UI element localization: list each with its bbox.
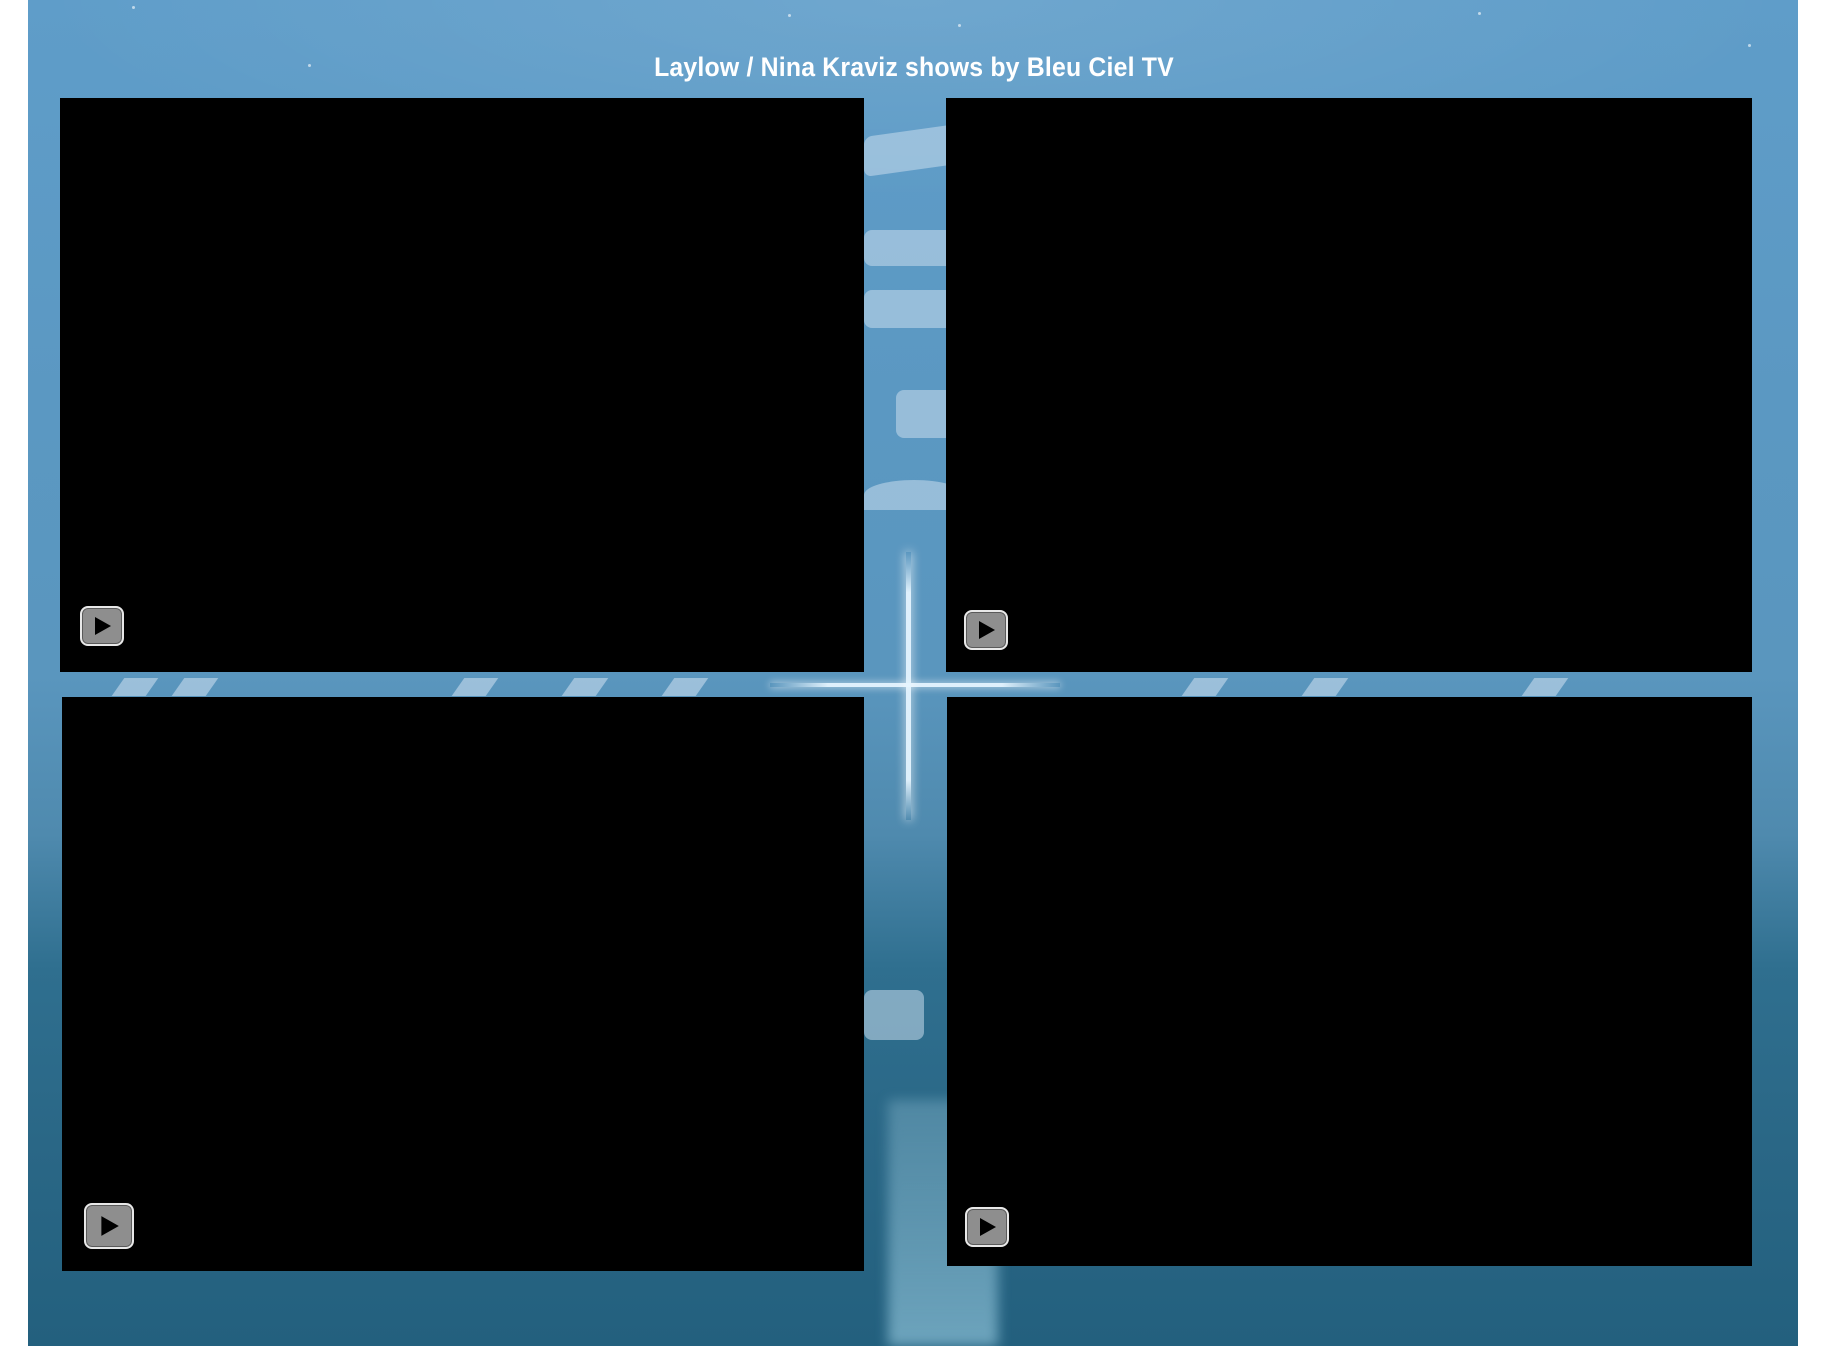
video-player-1[interactable] — [60, 98, 864, 672]
play-button[interactable] — [964, 610, 1008, 650]
play-icon — [975, 619, 997, 641]
play-button[interactable] — [80, 606, 124, 646]
star-speck — [958, 24, 961, 27]
decor-stripe — [561, 678, 609, 696]
play-icon — [97, 1214, 121, 1238]
play-icon — [976, 1216, 998, 1238]
decor-stripe — [451, 678, 499, 696]
play-button[interactable] — [965, 1207, 1009, 1247]
page-title: Laylow / Nina Kraviz shows by Bleu Ciel … — [654, 52, 1174, 82]
video-player-3[interactable] — [62, 697, 864, 1271]
decor-band — [864, 990, 924, 1040]
decor-stripe — [661, 678, 709, 696]
decor-stripe — [1181, 678, 1229, 696]
star-speck — [1478, 12, 1481, 15]
decor-stripe — [111, 678, 159, 696]
light-beam-horizontal — [770, 683, 1060, 687]
star-speck — [132, 6, 135, 9]
video-player-4[interactable] — [947, 697, 1752, 1266]
play-icon — [91, 615, 113, 637]
decor-stripe — [171, 678, 219, 696]
star-speck — [1748, 44, 1751, 47]
star-speck — [788, 14, 791, 17]
decor-stripe — [1521, 678, 1569, 696]
light-beam-vertical — [906, 552, 911, 820]
video-player-2[interactable] — [946, 98, 1752, 672]
play-button[interactable] — [84, 1203, 134, 1249]
decor-stripe — [1301, 678, 1349, 696]
